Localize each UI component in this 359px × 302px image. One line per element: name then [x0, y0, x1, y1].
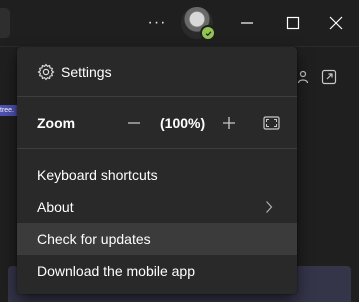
settings-label: Settings	[61, 64, 112, 80]
download-mobile-app-label: Download the mobile app	[37, 263, 195, 279]
banner-fragment: tree.	[0, 105, 18, 116]
maximize-icon	[286, 16, 300, 30]
fit-to-screen-button[interactable]	[260, 112, 282, 134]
keyboard-shortcuts-label: Keyboard shortcuts	[37, 167, 158, 183]
close-button[interactable]	[321, 8, 351, 38]
title-bar: ···	[0, 0, 359, 46]
chevron-right-icon	[261, 199, 277, 215]
user-avatar[interactable]	[181, 7, 216, 41]
zoom-label: Zoom	[37, 115, 76, 131]
settings-menu-item[interactable]: Settings	[17, 56, 297, 88]
pop-out-icon[interactable]	[318, 66, 340, 88]
zoom-in-button[interactable]	[218, 112, 240, 134]
fit-to-screen-icon	[262, 116, 280, 130]
about-label: About	[37, 199, 74, 215]
menu-divider	[17, 148, 297, 149]
search-box[interactable]	[0, 8, 10, 38]
minus-icon	[128, 122, 140, 124]
gear-icon	[37, 63, 55, 81]
zoom-control-row: Zoom (100%)	[17, 107, 297, 139]
more-options-button[interactable]: ···	[146, 12, 168, 34]
zoom-value: (100%)	[160, 115, 206, 131]
maximize-button[interactable]	[278, 8, 308, 38]
about-menu-item[interactable]: About	[17, 191, 297, 223]
keyboard-shortcuts-menu-item[interactable]: Keyboard shortcuts	[17, 159, 297, 191]
check-for-updates-menu-item[interactable]: Check for updates	[17, 223, 297, 255]
zoom-out-button[interactable]	[123, 112, 145, 134]
minimize-button[interactable]	[232, 8, 262, 38]
more-horizontal-icon: ···	[147, 14, 167, 31]
minimize-icon	[241, 22, 253, 24]
check-for-updates-label: Check for updates	[37, 231, 151, 247]
presence-available-icon	[200, 25, 216, 41]
settings-menu: Settings Zoom (100%) Keyboard shortcuts …	[17, 47, 297, 294]
plus-icon	[223, 117, 235, 129]
menu-divider	[17, 96, 297, 97]
close-icon	[329, 16, 343, 30]
download-mobile-app-menu-item[interactable]: Download the mobile app	[17, 255, 297, 287]
